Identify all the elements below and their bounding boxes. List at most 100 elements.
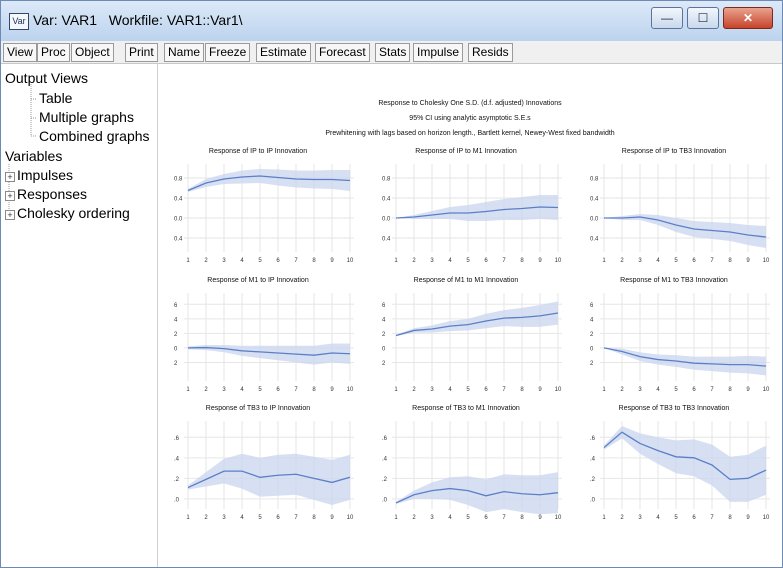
title-bar[interactable]: Var Var: VAR1 Workfile: VAR1::Var1\ — ☐ …	[1, 1, 782, 41]
proc-button[interactable]: Proc	[37, 43, 70, 62]
response-panel: Response of M1 to TB3 Innovation 6 4 2 0 2 1 2 3…	[574, 277, 774, 397]
x-tick-label: 9	[746, 258, 750, 264]
x-tick-label: 7	[502, 515, 506, 521]
x-tick-label: 6	[484, 515, 488, 521]
forecast-button[interactable]: Forecast	[315, 43, 370, 62]
x-tick-label: 5	[466, 387, 470, 393]
freeze-button[interactable]: Freeze	[205, 43, 251, 62]
x-tick-label: 10	[555, 258, 562, 264]
x-tick-label: 4	[240, 387, 244, 393]
x-tick-label: 7	[710, 387, 714, 393]
x-tick-label: 3	[222, 258, 226, 264]
x-tick-label: 4	[656, 515, 660, 521]
minimize-button[interactable]: —	[651, 7, 683, 29]
var-window: Var Var: VAR1 Workfile: VAR1::Var1\ — ☐ …	[0, 0, 783, 568]
x-tick-label: 1	[186, 387, 190, 393]
expand-responses-icon[interactable]: +	[5, 191, 15, 201]
x-tick-label: 5	[258, 515, 262, 521]
resids-button[interactable]: Resids	[468, 43, 513, 62]
x-tick-label: 4	[448, 258, 452, 264]
x-tick-label: 2	[412, 258, 416, 264]
x-tick-label: 2	[204, 258, 208, 264]
x-tick-label: 10	[763, 387, 770, 393]
response-panel: Response of IP to M1 Innovation 0.8 0.4 0.0…	[366, 148, 566, 268]
x-tick-label: 4	[656, 258, 660, 264]
x-tick-label: 8	[312, 515, 316, 521]
graph-header-line3: Prewhitening with lags based on horizon …	[325, 130, 615, 137]
tree-cholesky-ordering[interactable]: Cholesky ordering	[17, 205, 130, 221]
y-tick-label: 2	[590, 361, 594, 367]
x-tick-label: 4	[448, 515, 452, 521]
x-tick-label: 6	[692, 515, 696, 521]
confidence-band	[188, 169, 350, 192]
close-button[interactable]: ✕	[723, 7, 773, 29]
y-tick-label: 0.0	[382, 217, 391, 223]
x-tick-label: 5	[466, 515, 470, 521]
y-tick-label: .6	[590, 436, 596, 442]
y-tick-label: 4	[590, 317, 594, 323]
expand-impulses-icon[interactable]: +	[5, 172, 15, 182]
x-tick-label: 6	[484, 258, 488, 264]
y-tick-label: 0.4	[174, 197, 183, 203]
y-tick-label: .0	[382, 497, 388, 503]
name-button[interactable]: Name	[164, 43, 205, 62]
x-tick-label: 4	[240, 258, 244, 264]
y-tick-label: 2	[174, 361, 178, 367]
stats-button[interactable]: Stats	[375, 43, 411, 62]
x-tick-label: 1	[186, 258, 190, 264]
tree-responses[interactable]: Responses	[17, 186, 87, 202]
print-button[interactable]: Print	[125, 43, 158, 62]
y-tick-label: 4	[174, 317, 178, 323]
view-button[interactable]: View	[3, 43, 37, 62]
y-tick-label: .4	[382, 456, 388, 462]
tree-table[interactable]: Table	[39, 90, 72, 106]
expand-cholesky-icon[interactable]: +	[5, 210, 15, 220]
object-button[interactable]: Object	[71, 43, 114, 62]
panel-plot: 0.8 0.4 0.0 0.4 1 2 3 4 5 6 7 8 9 10	[382, 164, 562, 264]
response-panel: Response of TB3 to M1 Innovation .6.4.2.0…	[366, 405, 566, 525]
x-tick-label: 5	[674, 258, 678, 264]
y-tick-label: .0	[174, 497, 180, 503]
x-tick-label: 1	[602, 387, 606, 393]
panel-plot: 6 4 2 0 2 1 2 3 4 5 6 7 8 9 10	[590, 293, 770, 393]
x-tick-label: 3	[430, 387, 434, 393]
x-tick-label: 6	[276, 515, 280, 521]
x-tick-label: 8	[312, 258, 316, 264]
y-tick-label: 0.4	[590, 197, 599, 203]
x-tick-label: 6	[484, 387, 488, 393]
maximize-button[interactable]: ☐	[687, 7, 719, 29]
tree-variables[interactable]: Variables	[5, 148, 62, 164]
panel-plot: .6 .4 .2 .0 1 2 3 4 5 6 7 8 9 10	[174, 421, 354, 521]
y-tick-label: 0	[590, 346, 594, 352]
confidence-band	[188, 453, 350, 505]
tree-output-views[interactable]: Output Views	[5, 70, 88, 86]
x-tick-label: 2	[204, 515, 208, 521]
y-tick-label: 2	[590, 332, 594, 338]
x-tick-label: 4	[448, 387, 452, 393]
y-tick-label: .6	[382, 436, 388, 442]
y-tick-label: 0	[174, 346, 178, 352]
estimate-button[interactable]: Estimate	[256, 43, 311, 62]
x-tick-label: 8	[520, 387, 524, 393]
impulse-response-graph: Response to Cholesky One S.D. (d.f. adju…	[158, 64, 782, 567]
x-tick-label: 7	[710, 258, 714, 264]
impulse-button[interactable]: Impulse	[413, 43, 464, 62]
x-tick-label: 5	[674, 515, 678, 521]
panel-plot: 6 4 2 0 2 1 2 3 4 5 6 7 8 9 10	[382, 293, 562, 393]
response-panel: Response of M1 to M1 Innovation 6 4 2 0 2 1 2 3 4…	[366, 277, 566, 397]
panel-plot: 0.8 0.4 0.0 0.4 1 2 3 4 5 6 7 8 9 10	[174, 164, 354, 264]
tree-multiple-graphs[interactable]: Multiple graphs	[39, 109, 134, 125]
x-tick-label: 9	[330, 258, 334, 264]
y-tick-label: 4	[382, 317, 386, 323]
tree-combined-graphs[interactable]: Combined graphs	[39, 128, 150, 144]
var-object-icon: Var	[9, 13, 29, 30]
y-tick-label: 0.0	[174, 217, 183, 223]
x-tick-label: 7	[502, 387, 506, 393]
tree-impulses[interactable]: Impulses	[17, 167, 73, 183]
x-tick-label: 10	[763, 515, 770, 521]
y-tick-label: .2	[174, 477, 180, 483]
x-tick-label: 4	[240, 515, 244, 521]
x-tick-label: 8	[520, 515, 524, 521]
x-tick-label: 5	[258, 258, 262, 264]
panel-plot: .6 .4 .2 .0 1 2 3 4 5 6 7 8 9 10	[590, 421, 770, 521]
